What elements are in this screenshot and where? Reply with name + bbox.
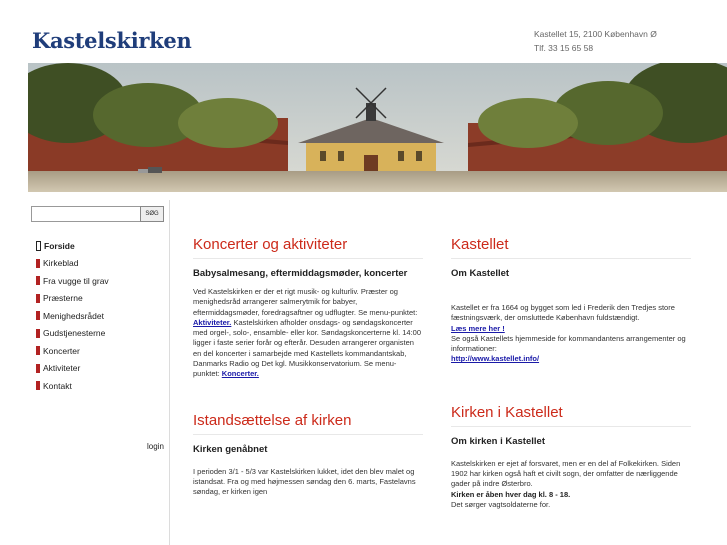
section-title-koncerter: Koncerter og aktiviteter (193, 236, 348, 253)
nav-item-koncerter[interactable]: Koncerter (36, 342, 166, 360)
nav-item-praesterne[interactable]: Præsterne (36, 290, 166, 308)
nav-item-kirkeblad[interactable]: Kirkeblad (36, 255, 166, 273)
nav-marker (36, 276, 40, 286)
koncerter-link[interactable]: Koncerter. (222, 369, 259, 378)
laes-mere-link[interactable]: Læs mere her ! (451, 324, 505, 333)
section-title-kastellet: Kastellet (451, 236, 509, 253)
nav-marker (36, 328, 40, 338)
nav-marker (36, 258, 40, 268)
section-subtitle: Om kirken i Kastellet (451, 435, 545, 447)
body-text: Ved Kastelskirken er der et rigt musik- … (193, 287, 418, 317)
main-column: Koncerter og aktiviteter Babysalmesang, … (193, 235, 423, 498)
nav-item-aktiviteter[interactable]: Aktiviteter (36, 360, 166, 378)
nav-label: Kirkeblad (43, 258, 79, 269)
section-divider (451, 258, 691, 259)
body-text: Kastelskirken er ejet af forsvaret, men … (451, 458, 681, 489)
aktiviteter-link[interactable]: Aktiviteter. (193, 318, 231, 327)
section-divider (193, 433, 423, 435)
section-title-kirken-i-kastellet: Kirken i Kastellet (451, 403, 563, 421)
nav-marker (36, 346, 40, 356)
nav-label: Kontakt (43, 380, 72, 391)
nav-item-menighedsraadet[interactable]: Menighedsrådet (36, 307, 166, 325)
nav-item-kontakt[interactable]: Kontakt (36, 377, 166, 395)
body-text: Det sørger vagtsoldaterne for. (451, 499, 551, 509)
address-block: Kastellet 15, 2100 København Ø Tlf. 33 1… (534, 27, 657, 55)
section-subtitle: Babysalmesang, eftermiddagsmøder, koncer… (193, 268, 408, 279)
login-link[interactable]: login (147, 442, 164, 451)
sidebar-divider (169, 200, 170, 545)
nav-item-fra-vugge-til-grav[interactable]: Fra vugge til grav (36, 272, 166, 290)
section-body: Kastelskirken er ejet af forsvaret, men … (451, 459, 691, 510)
section-divider (451, 425, 691, 427)
body-text: Se også Kastellets hjemmeside for komman… (451, 333, 686, 354)
nav-marker (36, 381, 40, 391)
nav-label: Gudstjenesterne (43, 328, 106, 339)
nav-marker (36, 363, 40, 373)
section-body: Kastellet er fra 1664 og bygget som led … (451, 303, 691, 365)
nav-marker (36, 311, 40, 321)
nav-label: Fra vugge til grav (43, 275, 109, 286)
nav-label: Aktiviteter (43, 363, 81, 374)
nav-marker (36, 293, 40, 303)
nav-label: Menighedsrådet (43, 310, 104, 321)
section-subtitle: Om Kastellet (451, 268, 510, 279)
nav-item-forside[interactable]: Forside (36, 237, 166, 255)
sidebar-nav: Forside Kirkeblad Fra vugge til grav Præ… (36, 237, 166, 395)
nav-marker (36, 240, 41, 251)
body-text: Kastellet er fra 1664 og bygget som led … (451, 303, 675, 323)
opening-hours: Kirken er åben hver dag kl. 8 - 18. (451, 489, 571, 499)
nav-label: Præsterne (43, 293, 83, 304)
side-column: Kastellet Om Kastellet Kastellet er fra … (451, 235, 691, 510)
site-title[interactable]: Kastelskirken (32, 28, 192, 53)
nav-label: Forside (44, 240, 75, 251)
address-line: Kastellet 15, 2100 København Ø (534, 29, 657, 39)
section-body: Ved Kastelskirken er der et rigt musik- … (193, 287, 423, 380)
nav-item-gudstjenesterne[interactable]: Gudstjenesterne (36, 325, 166, 343)
section-divider (193, 258, 423, 259)
search-input[interactable] (31, 206, 141, 222)
phone-line: Tlf. 33 15 65 58 (534, 43, 594, 53)
section-title-istandsaettelse: Istandsættelse af kirken (193, 411, 352, 429)
kastellet-website-link[interactable]: http://www.kastellet.info/ (451, 354, 539, 363)
search-button[interactable]: SØG (140, 206, 164, 222)
banner-image (28, 63, 727, 192)
section-body: I perioden 3/1 - 5/3 var Kastelskirken l… (193, 466, 416, 497)
nav-label: Koncerter (43, 345, 80, 356)
section-subtitle: Kirken genåbnet (193, 443, 268, 455)
